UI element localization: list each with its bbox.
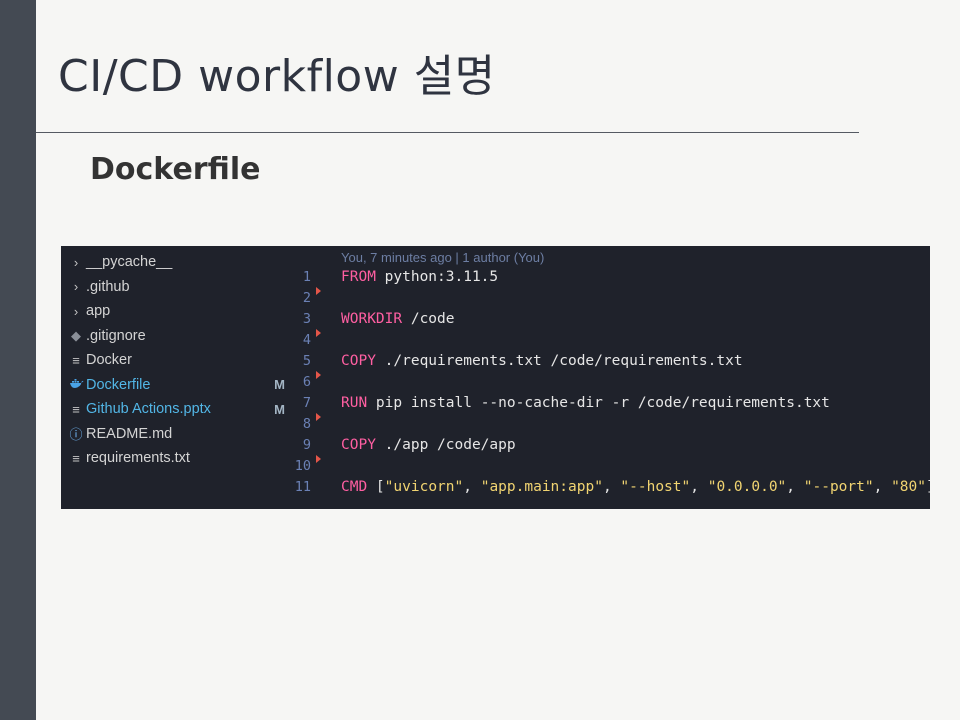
- slide-left-accent-bar: [0, 0, 36, 720]
- git-icon: ◆: [71, 327, 81, 343]
- dockerfile-keyword: COPY: [341, 353, 376, 369]
- code-text: CMD ["uvicorn", "app.main:app", "--host"…: [341, 479, 930, 495]
- code-string: "80": [891, 479, 926, 495]
- chevron-right-icon: ›: [73, 279, 79, 295]
- dockerfile-keyword: CMD: [341, 479, 368, 495]
- explorer-item-dockerfile[interactable]: Dockerfile M: [61, 373, 293, 398]
- code-text: COPY ./app /code/app: [341, 437, 516, 453]
- line-number: 2: [302, 290, 311, 306]
- title-divider: [36, 132, 859, 133]
- git-blame-annotation[interactable]: You, 7 minutes ago | 1 author (You): [341, 250, 544, 265]
- explorer-item-label: __pycache__: [86, 254, 173, 271]
- explorer-item-docker[interactable]: ≡ Docker: [61, 348, 293, 373]
- code-line: 4: [293, 329, 930, 353]
- code-line: 5 COPY ./requirements.txt /code/requirem…: [293, 353, 930, 374]
- gutter-change-marker: [316, 413, 321, 421]
- vscode-screenshot: › __pycache__ › .github › app ◆ .gitigno…: [61, 246, 930, 509]
- code-text: FROM python:3.11.5: [341, 269, 498, 285]
- line-number: 6: [302, 374, 311, 390]
- line-number-cut: 12: [293, 504, 311, 509]
- explorer-item-label: Github Actions.pptx: [86, 401, 211, 418]
- code-line: 1 FROM python:3.11.5: [293, 269, 930, 290]
- explorer-item-github-actions[interactable]: ≡ Github Actions.pptx M: [61, 397, 293, 422]
- line-number: 1: [302, 269, 311, 285]
- code-string: "app.main:app": [480, 479, 603, 495]
- code-text: RUN pip install --no-cache-dir -r /code/…: [341, 395, 830, 411]
- explorer-item-gitignore[interactable]: ◆ .gitignore: [61, 324, 293, 349]
- slide-subtitle: Dockerfile: [90, 152, 261, 187]
- line-number: 8: [302, 416, 311, 432]
- code-args: pip install --no-cache-dir -r /code/requ…: [367, 395, 830, 411]
- code-separator: ,: [602, 479, 621, 495]
- gutter-change-marker: [316, 329, 321, 337]
- dockerfile-keyword: COPY: [341, 437, 376, 453]
- code-line: 8: [293, 413, 930, 437]
- explorer-item-pycache[interactable]: › __pycache__: [61, 250, 293, 275]
- explorer-item-label: README.md: [86, 425, 173, 442]
- gutter-change-marker: [316, 371, 321, 379]
- explorer-item-readme[interactable]: ⓘ README.md: [61, 422, 293, 447]
- code-args: ./requirements.txt /code/requirements.tx…: [375, 353, 743, 369]
- slide-title: CI/CD workflow 설명: [58, 51, 496, 102]
- code-editor[interactable]: You, 7 minutes ago | 1 author (You) 1 FR…: [293, 246, 930, 509]
- dockerfile-keyword: FROM: [341, 269, 376, 285]
- code-args: /code: [402, 311, 455, 327]
- code-separator: ,: [690, 479, 708, 495]
- docker-icon: [66, 377, 86, 392]
- code-line: 10: [293, 455, 930, 479]
- gutter-change-marker: [316, 287, 321, 295]
- line-number: 10: [294, 458, 311, 474]
- code-bracket: [: [367, 479, 385, 495]
- line-number: 11: [294, 479, 311, 495]
- code-string: "--host": [620, 479, 691, 495]
- code-args: python:3.11.5: [375, 269, 499, 285]
- explorer-item-requirements[interactable]: ≡ requirements.txt: [61, 446, 293, 471]
- file-lines-icon: ≡: [72, 352, 80, 368]
- explorer-item-label: app: [86, 303, 111, 320]
- code-line: 3 WORKDIR /code: [293, 311, 930, 332]
- code-line: 11 CMD ["uvicorn", "app.main:app", "--ho…: [293, 479, 930, 500]
- explorer-item-label: .github: [86, 278, 130, 295]
- explorer-item-github[interactable]: › .github: [61, 275, 293, 300]
- explorer-item-label: Dockerfile: [86, 376, 151, 393]
- explorer-item-label: .gitignore: [86, 327, 146, 344]
- line-number: 5: [302, 353, 311, 369]
- info-icon: ⓘ: [69, 427, 83, 443]
- dockerfile-keyword: RUN: [341, 395, 368, 411]
- code-text: WORKDIR /code: [341, 311, 455, 327]
- code-text: COPY ./requirements.txt /code/requiremen…: [341, 353, 743, 369]
- code-string: "--port": [803, 479, 874, 495]
- explorer-item-app[interactable]: › app: [61, 299, 293, 324]
- code-string: "uvicorn": [384, 479, 464, 495]
- chevron-right-icon: ›: [73, 303, 79, 319]
- line-number: 3: [302, 311, 311, 327]
- file-lines-icon: ≡: [72, 450, 80, 466]
- code-args: ./app /code/app: [375, 437, 516, 453]
- chevron-right-icon: ›: [73, 254, 79, 270]
- code-line: 7 RUN pip install --no-cache-dir -r /cod…: [293, 395, 930, 416]
- code-separator: ,: [873, 479, 892, 495]
- code-string: "0.0.0.0": [707, 479, 787, 495]
- file-lines-icon: ≡: [72, 401, 80, 417]
- file-explorer: › __pycache__ › .github › app ◆ .gitigno…: [61, 246, 293, 509]
- code-separator: ,: [463, 479, 481, 495]
- explorer-item-label: Docker: [86, 352, 132, 369]
- modified-badge: M: [274, 377, 285, 393]
- dockerfile-keyword: WORKDIR: [341, 311, 403, 327]
- line-number: 7: [302, 395, 311, 411]
- code-line: 2: [293, 287, 930, 311]
- code-line: 9 COPY ./app /code/app: [293, 437, 930, 458]
- code-bracket: ]: [926, 479, 930, 495]
- explorer-item-label: requirements.txt: [86, 450, 190, 467]
- gutter-change-marker: [316, 455, 321, 463]
- code-separator: ,: [786, 479, 804, 495]
- modified-badge: M: [274, 401, 285, 417]
- line-number: 4: [302, 332, 311, 348]
- line-number: 9: [302, 437, 311, 453]
- line-number: 12: [293, 504, 311, 508]
- code-line: 6: [293, 371, 930, 395]
